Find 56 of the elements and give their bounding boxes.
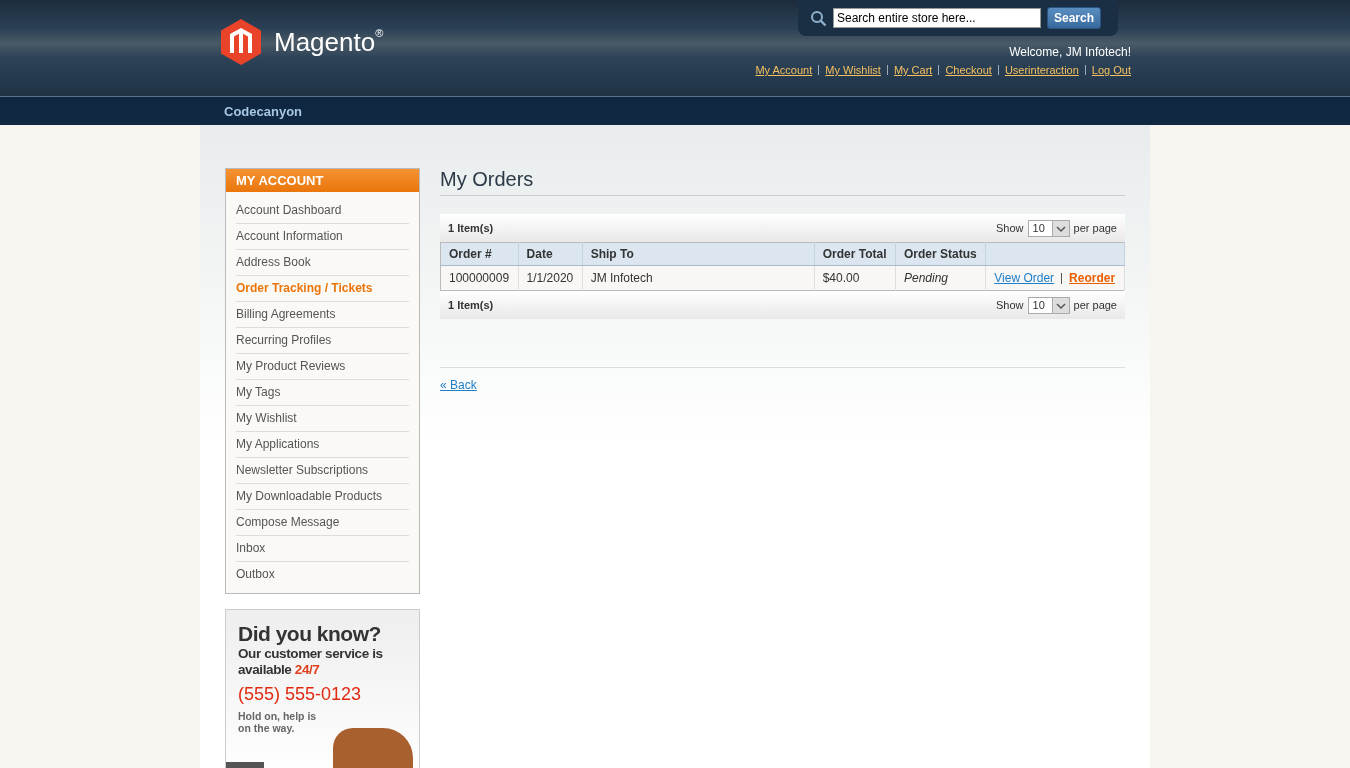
column-header: Ship To (582, 242, 815, 266)
per-page-label: per page (1073, 299, 1117, 311)
logo-text: Magento$^{®}$ (274, 26, 384, 58)
page-title: My Orders (440, 168, 1125, 196)
table-cell: JM Infotech (582, 265, 815, 291)
per-page-select[interactable]: 10 (1027, 219, 1070, 237)
hexagon-logo-icon (221, 19, 261, 65)
account-menu-item[interactable]: My Downloadable Products (236, 484, 409, 510)
account-menu-item[interactable]: Account Dashboard (236, 198, 409, 224)
header-link[interactable]: Checkout (945, 64, 992, 76)
search-field[interactable]: Search entire store here... (832, 8, 1041, 28)
welcome-message: Welcome, JM Infotech! (1009, 45, 1131, 59)
view-order-link[interactable]: View Order (994, 271, 1055, 285)
back-link[interactable]: « Back (440, 378, 477, 392)
logo[interactable]: Magento$^{®}$ (221, 19, 384, 65)
per-page-select[interactable]: 10 (1027, 296, 1070, 314)
column-header: Order # (440, 242, 519, 266)
search-icon (809, 9, 827, 27)
table-cell: 100000009 (440, 265, 519, 291)
banner-heading: Did you know? (238, 622, 382, 646)
account-menu-item[interactable]: My Product Reviews (236, 354, 409, 380)
column-header: Order Total (814, 242, 896, 266)
header-link[interactable]: Userinteraction (1004, 64, 1079, 76)
account-menu-item[interactable]: Account Information (236, 224, 409, 250)
status-cell: Pending (895, 265, 986, 291)
column-header: Date (518, 242, 583, 266)
caret-icon (1051, 220, 1069, 236)
nav-item[interactable]: Codecanyon (224, 103, 302, 119)
per-page-label: per page (1073, 222, 1117, 234)
account-menu-item[interactable]: Recurring Profiles (236, 328, 409, 354)
banner-note: Hold on, help is on the way. (238, 710, 318, 734)
account-menu-item[interactable]: My Tags (236, 380, 409, 406)
account-menu-item[interactable]: Newsletter Subscriptions (236, 458, 409, 484)
banner-text: available 24/7 (238, 662, 321, 678)
header-link[interactable]: Log Out (1091, 64, 1131, 76)
column-header: Order Status (895, 242, 986, 266)
show-label: Show (996, 299, 1024, 311)
search-button[interactable]: Search (1046, 7, 1101, 29)
account-menu-item[interactable]: Inbox (236, 536, 409, 562)
account-menu-item[interactable]: Billing Agreements (236, 302, 409, 328)
account-menu-item[interactable]: Address Book (236, 250, 409, 276)
header-link[interactable]: My Account (755, 64, 813, 76)
header-link[interactable]: My Cart (893, 64, 933, 76)
header-link[interactable]: My Wishlist (825, 64, 881, 76)
item-count: 1 Item(s) (448, 299, 494, 311)
account-menu-item[interactable]: Compose Message (236, 510, 409, 536)
banner-text: Our customer service is (238, 646, 384, 662)
table-cell: $40.00 (814, 265, 896, 291)
item-count: 1 Item(s) (448, 222, 494, 234)
show-label: Show (996, 222, 1024, 234)
account-menu-title: MY ACCOUNT (226, 169, 419, 192)
account-menu-item[interactable]: My Wishlist (236, 406, 409, 432)
caret-icon (1051, 297, 1069, 313)
phone-number: (555) 555-0123 (238, 684, 363, 705)
account-menu-item[interactable]: Outbox (236, 562, 409, 587)
account-menu-item[interactable]: My Applications (236, 432, 409, 458)
